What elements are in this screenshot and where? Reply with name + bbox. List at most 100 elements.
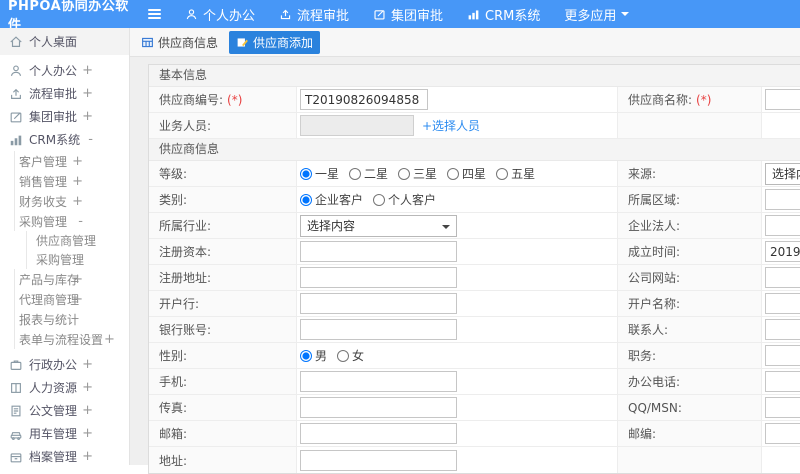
qq-msn-input[interactable] <box>765 397 800 418</box>
expand-icon[interactable]: + <box>72 272 83 287</box>
radio-input[interactable] <box>398 168 410 180</box>
menu-personal-office[interactable]: 个人办公 <box>185 5 255 24</box>
sidebar-item-product-inventory[interactable]: 产品与库存 + <box>14 269 129 289</box>
expand-icon[interactable]: + <box>82 426 93 441</box>
menu-process-approval[interactable]: 流程审批 <box>279 5 349 24</box>
registered-capital-input[interactable] <box>300 241 457 262</box>
industry-select[interactable]: 选择内容 <box>300 215 457 237</box>
expand-icon[interactable]: + <box>82 86 93 101</box>
office-phone-input[interactable] <box>765 371 800 392</box>
sidebar-item-reports[interactable]: 报表与统计 <box>14 309 129 329</box>
radio-input[interactable] <box>496 168 508 180</box>
expand-icon[interactable]: + <box>82 357 93 372</box>
sidebar-item-agent-mgmt[interactable]: 代理商管理 + <box>14 289 129 309</box>
bank-account-input[interactable] <box>300 319 457 340</box>
collapse-icon[interactable]: - <box>88 132 93 147</box>
fax-input[interactable] <box>300 397 457 418</box>
expand-icon[interactable]: + <box>82 63 93 78</box>
radio-input[interactable] <box>349 168 361 180</box>
account-name-input[interactable] <box>765 293 800 314</box>
tab-supplier-info[interactable]: 供应商信息 <box>134 31 225 54</box>
sidebar-item-hr[interactable]: 人力资源 + <box>0 376 129 399</box>
radio-option[interactable]: 五星 <box>496 165 535 182</box>
expand-icon[interactable]: + <box>82 403 93 418</box>
radio-input[interactable] <box>373 194 385 206</box>
established-date-input[interactable] <box>765 241 800 262</box>
website-input[interactable] <box>765 267 800 288</box>
supplier-name-input[interactable] <box>765 89 800 110</box>
radio-option[interactable]: 三星 <box>398 165 437 182</box>
home-icon <box>9 35 23 49</box>
expand-icon[interactable]: + <box>72 174 83 189</box>
empty-label-cell <box>618 447 762 473</box>
legal-person-input[interactable] <box>765 215 800 236</box>
menu-more-apps[interactable]: 更多应用 <box>564 5 629 24</box>
sidebar-item-group-approval[interactable]: 集团审批 + <box>0 105 129 128</box>
radio-input[interactable] <box>300 194 312 206</box>
postcode-input[interactable] <box>765 423 800 444</box>
mobile-input[interactable] <box>300 371 457 392</box>
field-label: 注册地址: <box>149 265 297 290</box>
tab-supplier-add[interactable]: 供应商添加 <box>229 31 320 54</box>
expand-icon[interactable]: + <box>82 380 93 395</box>
sidebar-item-personal-office[interactable]: 个人办公 + <box>0 59 129 82</box>
sidebar-item-purchase-mgmt[interactable]: 采购管理 - <box>14 211 129 231</box>
document-icon <box>9 404 23 418</box>
business-person-input[interactable] <box>300 115 414 136</box>
email-input[interactable] <box>300 423 457 444</box>
expand-icon[interactable]: + <box>72 154 83 169</box>
supplier-code-input[interactable] <box>300 89 428 110</box>
position-input[interactable] <box>765 345 800 366</box>
menu-group-approval[interactable]: 集团审批 <box>373 5 443 24</box>
region-input[interactable] <box>765 189 800 210</box>
radio-input[interactable] <box>337 350 349 362</box>
radio-option[interactable]: 二星 <box>349 165 388 182</box>
choose-person-link[interactable]: +选择人员 <box>422 117 480 134</box>
radio-input[interactable] <box>447 168 459 180</box>
radio-option[interactable]: 男 <box>300 347 327 364</box>
field-label: QQ/MSN: <box>618 395 762 420</box>
sidebar-item-purchase-sub[interactable]: 采购管理 <box>26 250 129 269</box>
field-label: 供应商名称:(*) <box>618 87 762 112</box>
chart-icon <box>467 8 480 21</box>
expand-icon[interactable]: + <box>72 194 83 209</box>
expand-icon[interactable]: + <box>104 332 115 347</box>
sidebar-item-customer-mgmt[interactable]: 客户管理 + <box>14 151 129 171</box>
radio-option[interactable]: 个人客户 <box>373 191 436 208</box>
sidebar-item-supplier-mgmt[interactable]: 供应商管理 <box>26 231 129 250</box>
expand-icon[interactable]: + <box>82 109 93 124</box>
sidebar-item-process-approval[interactable]: 流程审批 + <box>0 82 129 105</box>
radio-option[interactable]: 企业客户 <box>300 191 363 208</box>
empty-field-cell <box>762 113 800 138</box>
sidebar-item-document-mgmt[interactable]: 公文管理 + <box>0 399 129 422</box>
menu-crm-system[interactable]: CRM系统 <box>467 5 540 24</box>
form-row: 邮箱: 邮编: <box>149 421 800 447</box>
source-select[interactable]: 选择内容 <box>765 163 800 185</box>
radio-option[interactable]: 四星 <box>447 165 486 182</box>
field-label: 等级: <box>149 161 297 186</box>
bank-input[interactable] <box>300 293 457 314</box>
collapse-icon[interactable]: - <box>78 214 83 229</box>
sidebar-item-vehicle-mgmt[interactable]: 用车管理 + <box>0 422 129 445</box>
expand-icon[interactable]: + <box>82 449 93 464</box>
form-row: 银行账号: 联系人: <box>149 317 800 343</box>
sidebar-item-sales-mgmt[interactable]: 销售管理 + <box>14 171 129 191</box>
sidebar-item-personal-desktop[interactable]: 个人桌面 <box>0 28 129 55</box>
sidebar-item-admin-office[interactable]: 行政办公 + <box>0 353 129 376</box>
radio-input[interactable] <box>300 168 312 180</box>
radio-option[interactable]: 一星 <box>300 165 339 182</box>
contact-input[interactable] <box>765 319 800 340</box>
radio-option[interactable]: 女 <box>337 347 364 364</box>
archive-icon <box>9 450 23 464</box>
registered-address-input[interactable] <box>300 267 457 288</box>
sidebar: 个人桌面 个人办公 + 流程审批 + 集团审批 + CRM系统 - 客户管理 +… <box>0 28 130 465</box>
sidebar-item-form-process-settings[interactable]: 表单与流程设置 + <box>14 329 129 349</box>
sidebar-item-finance[interactable]: 财务收支 + <box>14 191 129 211</box>
address-input[interactable] <box>300 450 457 471</box>
radio-input[interactable] <box>300 350 312 362</box>
expand-icon[interactable]: + <box>72 292 83 307</box>
hamburger-menu-icon[interactable] <box>148 9 161 19</box>
edit-icon <box>373 8 386 21</box>
sidebar-item-archive-mgmt[interactable]: 档案管理 + <box>0 445 129 465</box>
sidebar-item-crm-system[interactable]: CRM系统 - <box>0 128 129 151</box>
